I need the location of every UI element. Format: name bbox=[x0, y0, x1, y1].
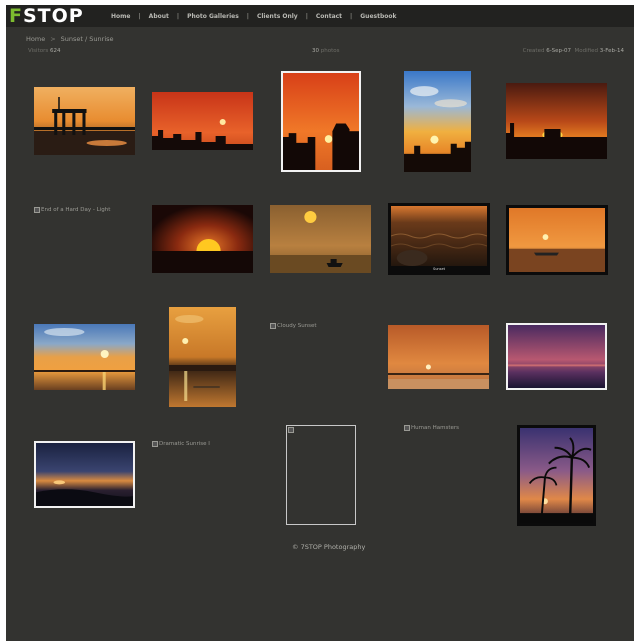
broken-image-human-hamsters[interactable]: Human Hamsters bbox=[404, 425, 459, 431]
photo-thumbnail[interactable] bbox=[404, 71, 471, 172]
photo-thumbnail[interactable] bbox=[388, 325, 489, 389]
site-logo[interactable]: FSTOP bbox=[9, 6, 84, 26]
nav-separator: | bbox=[305, 12, 308, 20]
breadcrumb-arrow: > bbox=[50, 35, 56, 43]
photo-thumbnail[interactable] bbox=[152, 205, 253, 273]
photo-thumbnail[interactable] bbox=[506, 83, 607, 159]
nav-separator: | bbox=[176, 12, 180, 20]
breadcrumb-home[interactable]: Home bbox=[26, 35, 45, 43]
photo-thumbnail[interactable] bbox=[34, 441, 135, 508]
photo-caption: Sunset bbox=[432, 267, 445, 271]
breadcrumb: Home > Sunset / Sunrise bbox=[26, 35, 114, 43]
broken-image-frame[interactable] bbox=[286, 425, 356, 525]
nav-guestbook[interactable]: Guestbook bbox=[360, 13, 396, 20]
photo-thumbnail[interactable] bbox=[34, 324, 135, 390]
photo-thumbnail[interactable] bbox=[34, 87, 135, 155]
nav-home[interactable]: Home bbox=[111, 13, 130, 20]
nav-about[interactable]: About bbox=[149, 13, 169, 20]
page: FSTOP Home | About | Photo Galleries | C… bbox=[6, 5, 634, 641]
broken-image-cloudy-sunset[interactable]: Cloudy Sunset bbox=[270, 323, 317, 329]
photo-thumbnail[interactable] bbox=[270, 205, 371, 273]
gallery-dates: Created 6-Sep-07 Modified 3-Feb-14 bbox=[522, 48, 624, 54]
broken-image-end-of-day[interactable]: End of a Hard Day - Light bbox=[34, 207, 110, 213]
main-nav: Home | About | Photo Galleries | Clients… bbox=[111, 5, 396, 27]
broken-image-icon bbox=[152, 441, 158, 447]
photo-thumbnail[interactable] bbox=[506, 323, 607, 390]
nav-photo-galleries[interactable]: Photo Galleries bbox=[187, 13, 239, 20]
header-bar: FSTOP Home | About | Photo Galleries | C… bbox=[6, 5, 634, 27]
photo-thumbnail[interactable]: Sunset bbox=[388, 203, 490, 275]
photo-thumbnail[interactable] bbox=[517, 425, 596, 526]
nav-contact[interactable]: Contact bbox=[316, 13, 342, 20]
photo-thumbnail[interactable] bbox=[281, 71, 361, 172]
footer-copyright: © 7STOP Photography bbox=[292, 543, 366, 551]
broken-image-icon bbox=[288, 427, 294, 433]
gallery-meta: Visitors 624 30 photos Created 6-Sep-07 … bbox=[28, 48, 624, 58]
broken-image-icon bbox=[404, 425, 410, 431]
broken-image-dramatic-sunrise[interactable]: Dramatic Sunrise I bbox=[152, 441, 210, 447]
photo-thumbnail[interactable] bbox=[152, 92, 253, 150]
broken-image-icon bbox=[34, 207, 40, 213]
breadcrumb-current: Sunset / Sunrise bbox=[60, 35, 114, 43]
photo-thumbnail[interactable] bbox=[506, 205, 608, 275]
visitors-count: Visitors 624 bbox=[28, 48, 61, 54]
photos-count: 30 photos bbox=[312, 48, 340, 54]
nav-separator: | bbox=[138, 12, 141, 20]
broken-image-icon bbox=[270, 323, 276, 329]
photo-thumbnail[interactable] bbox=[169, 307, 236, 407]
nav-clients-only[interactable]: Clients Only bbox=[257, 13, 298, 20]
nav-separator: | bbox=[350, 12, 353, 20]
nav-separator: | bbox=[246, 12, 249, 20]
